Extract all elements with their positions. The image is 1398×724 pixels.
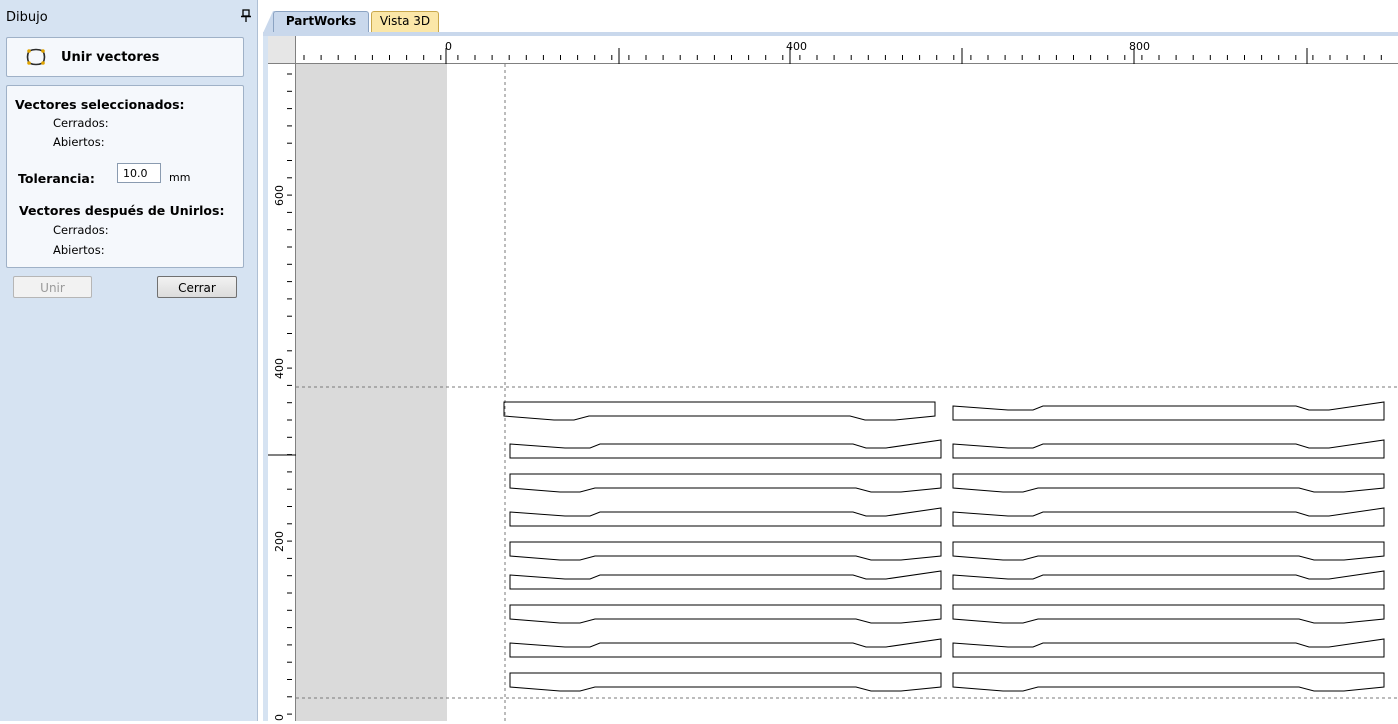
v-ruler-label-600: 600 — [273, 185, 286, 206]
vector-part — [509, 638, 942, 658]
vector-info-box: Vectores seleccionados: Cerrados: Abiert… — [6, 85, 244, 268]
vertical-ruler-graphic: 600 400 200 0 — [268, 73, 296, 721]
vector-part — [503, 401, 936, 421]
horizontal-ruler[interactable]: 0 400 800 — [296, 36, 1398, 64]
drawing-panel: Dibujo Unir vectores Vectores selecciona… — [0, 0, 258, 721]
v-ruler-label-0: 0 — [273, 714, 286, 721]
vector-part — [952, 638, 1385, 658]
join-vectors-icon — [26, 48, 46, 66]
vector-part — [952, 604, 1385, 624]
panel-header: Dibujo — [0, 4, 258, 30]
tolerance-input[interactable] — [117, 163, 161, 183]
ruler-corner[interactable] — [268, 36, 296, 64]
horizontal-ruler-graphic: 0 400 800 — [303, 40, 1382, 64]
after-closed-label: Cerrados: — [53, 223, 109, 237]
vector-part — [952, 541, 1385, 561]
vector-drawing — [296, 64, 1398, 721]
h-ruler-label-800: 800 — [1129, 40, 1150, 53]
tool-header-box: Unir vectores — [6, 37, 244, 77]
vector-part — [952, 473, 1385, 493]
join-button[interactable]: Unir — [13, 276, 92, 298]
vertical-ruler[interactable]: 600 400 200 0 — [268, 64, 296, 721]
selected-open-label: Abiertos: — [53, 135, 105, 149]
close-button[interactable]: Cerrar — [157, 276, 237, 298]
tolerance-unit: mm — [169, 171, 191, 184]
vector-part — [952, 672, 1385, 692]
vector-part — [509, 672, 942, 692]
selected-closed-label: Cerrados: — [53, 116, 109, 130]
h-ruler-label-400: 400 — [786, 40, 807, 53]
after-open-label: Abiertos: — [53, 243, 105, 257]
vector-part — [509, 507, 942, 527]
v-ruler-label-200: 200 — [273, 531, 286, 552]
vector-part — [952, 401, 1385, 421]
tab-partworks[interactable]: PartWorks — [273, 11, 369, 32]
vector-part — [509, 541, 942, 561]
vector-part — [952, 507, 1385, 527]
view-tabs: PartWorks Vista 3D — [263, 0, 1398, 33]
vector-part — [509, 570, 942, 590]
panel-title: Dibujo — [6, 10, 48, 25]
vector-part — [509, 439, 942, 459]
pin-icon[interactable] — [240, 9, 252, 23]
after-join-heading: Vectores después de Unirlos: — [19, 203, 225, 218]
vector-part — [952, 570, 1385, 590]
v-ruler-label-400: 400 — [273, 358, 286, 379]
tolerance-label: Tolerancia: — [18, 171, 95, 186]
tool-title: Unir vectores — [61, 50, 160, 65]
h-ruler-label-0: 0 — [445, 40, 452, 53]
drawing-canvas[interactable] — [296, 64, 1398, 721]
vector-part — [509, 473, 942, 493]
vector-part — [952, 439, 1385, 459]
vector-part — [509, 604, 942, 624]
tab-vista-3d[interactable]: Vista 3D — [371, 11, 439, 32]
selected-heading: Vectores seleccionados: — [15, 97, 185, 112]
